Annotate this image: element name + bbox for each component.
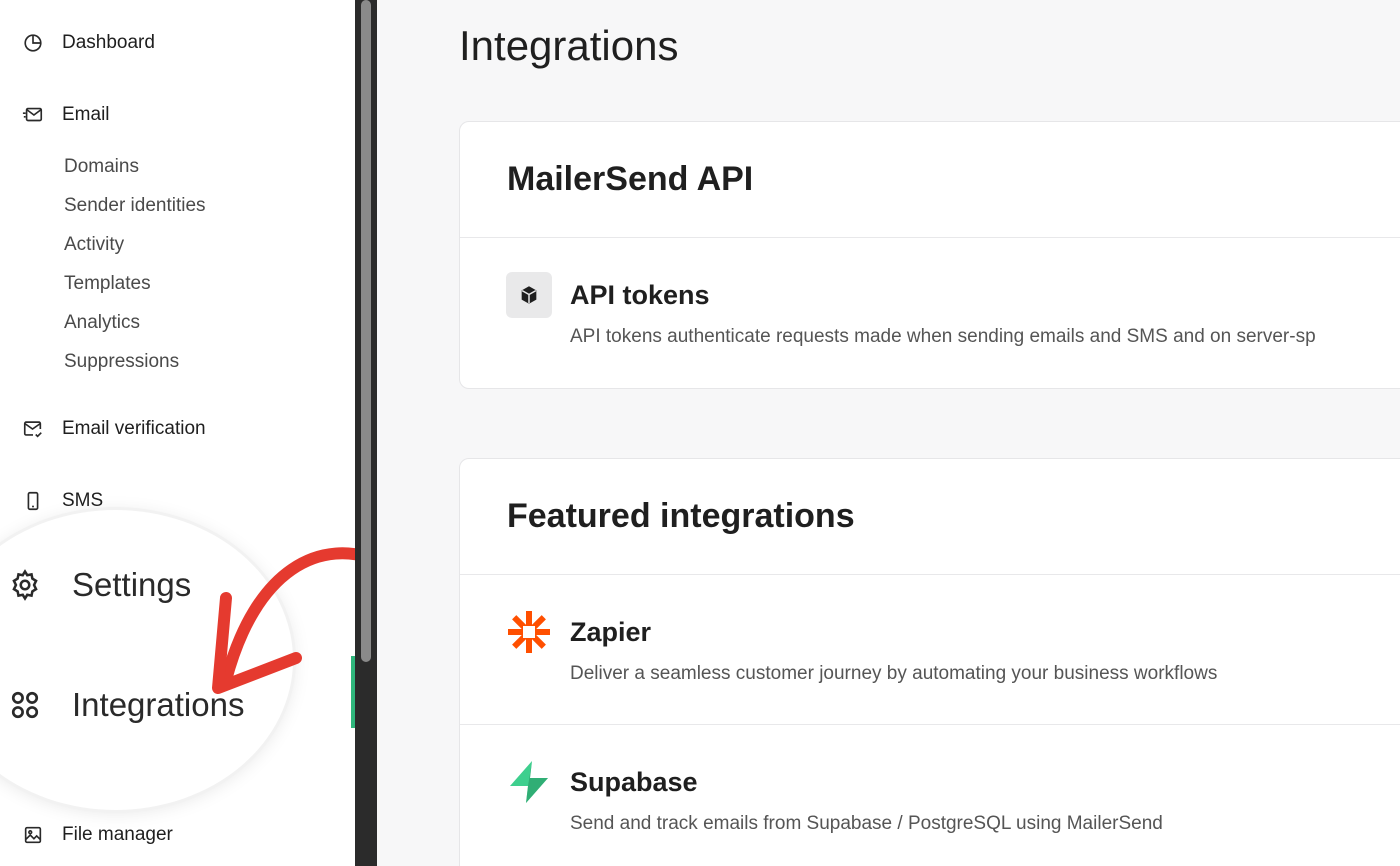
integration-row-zapier[interactable]: Zapier Deliver a seamless customer journ… (460, 575, 1400, 725)
integration-row-supabase[interactable]: Supabase Send and track emails from Supa… (460, 725, 1400, 866)
sidebar-item-label: Dashboard (62, 32, 155, 53)
sidebar-item-label: Integrations (72, 686, 245, 723)
sidebar-item-integrations-magnified[interactable]: Integrations (8, 686, 244, 724)
integration-description: Deliver a seamless customer journey by a… (570, 663, 1218, 684)
integration-description: Send and track emails from Supabase / Po… (570, 813, 1163, 834)
api-card: MailerSend API API tokens API tokens aut… (459, 121, 1400, 389)
integration-description: API tokens authenticate requests made wh… (570, 326, 1316, 347)
phone-icon (22, 490, 44, 512)
zapier-logo (506, 609, 552, 655)
app-window: Dashboard Email Domains Sender identitie… (0, 0, 1400, 866)
card-title: Featured integrations (507, 497, 855, 535)
sidebar-item-sms[interactable]: SMS (22, 490, 103, 512)
email-check-icon (22, 418, 44, 440)
sidebar-scrollbar[interactable] (355, 0, 377, 866)
sidebar-item-file-manager[interactable]: File manager (22, 824, 173, 846)
sidebar-subitem-sender-identities[interactable]: Sender identities (64, 195, 206, 217)
sidebar-item-email-verification[interactable]: Email verification (22, 418, 206, 440)
integration-row-api-tokens[interactable]: API tokens API tokens authenticate reque… (460, 238, 1400, 388)
gear-icon (8, 568, 42, 602)
sidebar-item-email[interactable]: Email (22, 104, 110, 126)
sidebar-item-label: Email (62, 104, 110, 125)
pie-chart-icon (22, 32, 44, 54)
image-icon (22, 824, 44, 846)
main-content: Integrations MailerSend API API tokens A… (377, 0, 1400, 866)
card-header: MailerSend API (460, 122, 1400, 238)
sidebar-subitem-suppressions[interactable]: Suppressions (64, 351, 179, 373)
integration-name: API tokens (570, 280, 710, 310)
integration-name: Supabase (570, 767, 698, 797)
card-title: MailerSend API (507, 160, 754, 198)
sidebar-item-label: File manager (62, 824, 173, 845)
email-send-icon (22, 104, 44, 126)
magnifier-overlay (0, 510, 293, 810)
sidebar-subitem-domains[interactable]: Domains (64, 156, 139, 178)
cube-icon (506, 272, 552, 318)
sidebar-subitem-analytics[interactable]: Analytics (64, 312, 140, 334)
integrations-icon (8, 688, 42, 722)
card-header: Featured integrations (460, 459, 1400, 575)
sidebar-subitem-templates[interactable]: Templates (64, 273, 151, 295)
featured-integrations-card: Featured integrations Zapier Deliver a s… (459, 458, 1400, 866)
sidebar-subitem-activity[interactable]: Activity (64, 234, 124, 256)
sidebar-item-label: SMS (62, 490, 104, 511)
integration-name: Zapier (570, 617, 652, 647)
page-title: Integrations (459, 22, 679, 69)
scrollbar-thumb[interactable] (361, 0, 371, 662)
sidebar-item-label: Settings (72, 566, 192, 603)
sidebar-item-settings-magnified[interactable]: Settings (8, 566, 191, 604)
sidebar: Dashboard Email Domains Sender identitie… (0, 0, 355, 866)
supabase-logo (506, 759, 552, 805)
active-item-marker (351, 656, 355, 728)
sidebar-item-label: Email verification (62, 418, 206, 439)
sidebar-item-dashboard[interactable]: Dashboard (22, 32, 155, 54)
